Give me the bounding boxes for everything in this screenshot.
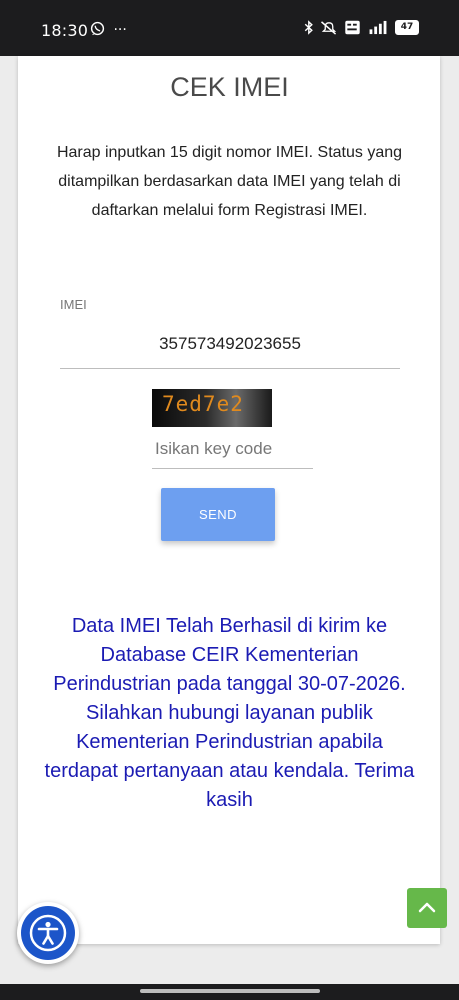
result-message: Data IMEI Telah Berhasil di kirim ke Dat… [42,612,417,815]
keycode-input[interactable] [152,430,313,469]
status-left-icons: ··· [90,21,127,38]
status-time: 18:30 [41,21,89,40]
captcha-image: 7ed7e2 [152,389,272,427]
status-bar: 18:30 ··· 47 [0,0,459,56]
status-right-icons: 47 [304,20,419,35]
volte-icon [345,20,360,35]
mute-icon [321,21,337,35]
battery-indicator: 47 [395,20,419,35]
navigation-bar [0,984,459,1000]
page-title: CEK IMEI [170,72,289,102]
signal-icon [369,20,387,35]
result-line-2: Silahkan hubungi layanan publik Kementer… [44,702,415,811]
captcha-text: 7ed7e2 [162,392,244,416]
chevron-up-icon [418,902,436,913]
imei-label: IMEI [60,297,87,312]
result-line-1: Data IMEI Telah Berhasil di kirim ke Dat… [53,615,406,695]
accessibility-icon [29,914,67,952]
more-icon: ··· [113,22,127,38]
scroll-to-top-button[interactable] [407,888,447,928]
send-button[interactable]: SEND [161,488,275,541]
instructions-text: Harap inputkan 15 digit nomor IMEI. Stat… [56,144,403,219]
home-gesture-handle[interactable] [140,989,320,993]
imei-input[interactable] [60,320,400,369]
accessibility-inner [21,906,75,960]
whatsapp-icon [90,21,105,36]
accessibility-button[interactable] [17,902,79,964]
bluetooth-icon [304,20,313,35]
